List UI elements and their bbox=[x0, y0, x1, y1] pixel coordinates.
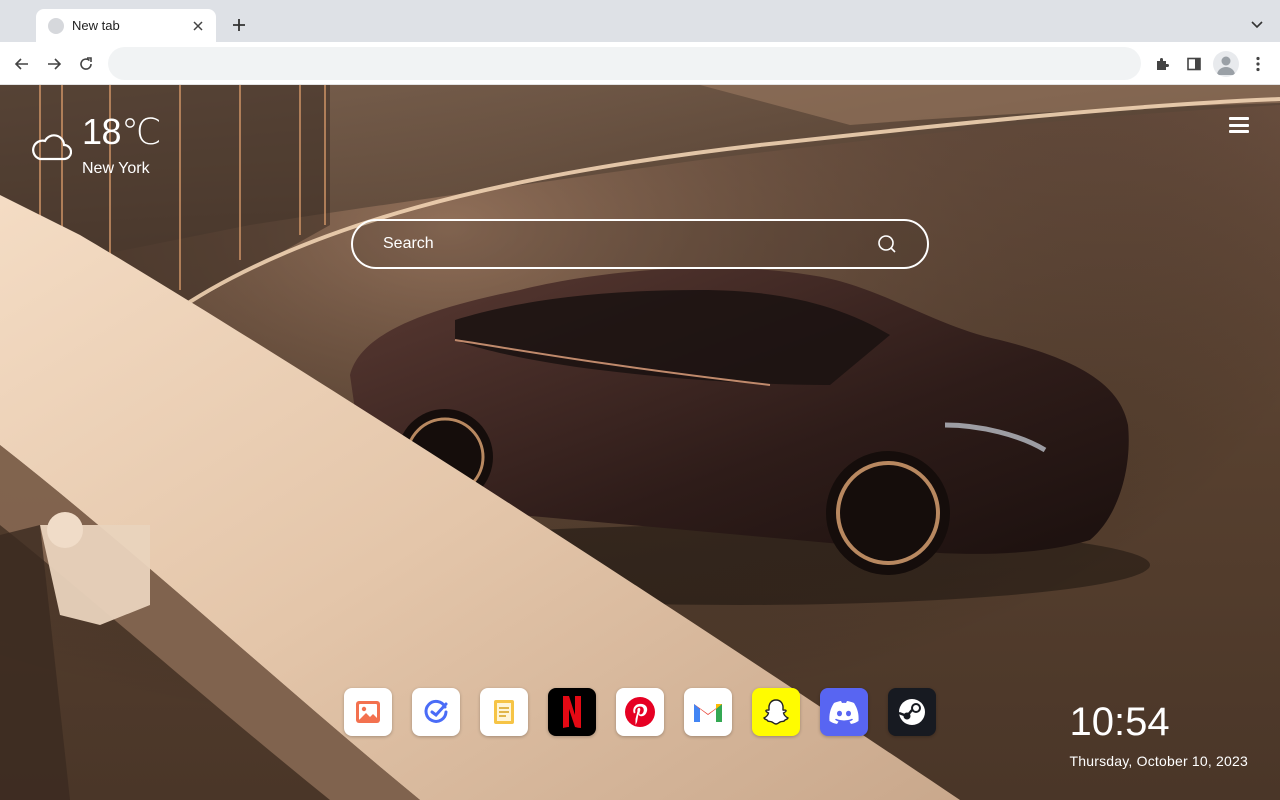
side-panel-button[interactable] bbox=[1180, 50, 1208, 78]
search-box[interactable] bbox=[351, 219, 929, 269]
arrow-right-icon bbox=[48, 58, 62, 70]
side-panel-icon bbox=[1187, 57, 1201, 71]
gmail-icon bbox=[694, 704, 722, 722]
discord-icon bbox=[829, 701, 859, 724]
weather-temperature: 18℃ bbox=[82, 111, 161, 152]
menu-button[interactable] bbox=[1228, 115, 1250, 135]
tasks-shortcut[interactable] bbox=[412, 688, 460, 736]
close-icon[interactable] bbox=[190, 18, 206, 34]
photos-icon bbox=[356, 701, 380, 723]
extensions-button[interactable] bbox=[1148, 50, 1176, 78]
shortcut-dock bbox=[344, 688, 936, 736]
search-icon[interactable] bbox=[877, 234, 897, 254]
user-icon bbox=[1217, 56, 1235, 75]
photos-shortcut[interactable] bbox=[344, 688, 392, 736]
notes-icon bbox=[494, 700, 514, 724]
browser-menu-button[interactable] bbox=[1244, 50, 1272, 78]
tab-new-tab[interactable]: New tab bbox=[36, 9, 216, 42]
notes-shortcut[interactable] bbox=[480, 688, 528, 736]
snapchat-shortcut[interactable] bbox=[752, 688, 800, 736]
tab-title: New tab bbox=[72, 18, 120, 33]
clock-date: Thursday, October 10, 2023 bbox=[1069, 753, 1248, 769]
hamburger-icon-bar bbox=[1229, 123, 1249, 127]
cloud-icon bbox=[32, 134, 72, 161]
tab-strip: New tab bbox=[0, 0, 1280, 42]
new-tab-button[interactable] bbox=[226, 12, 252, 38]
chevron-down-icon bbox=[1251, 21, 1263, 29]
puzzle-icon bbox=[1157, 58, 1169, 70]
clock-widget: 10:54 Thursday, October 10, 2023 bbox=[1070, 701, 1248, 769]
steam-icon bbox=[898, 699, 925, 725]
discord-shortcut[interactable] bbox=[820, 688, 868, 736]
weather-widget[interactable]: 18℃ New York bbox=[30, 113, 161, 179]
profile-avatar[interactable] bbox=[1213, 51, 1239, 77]
pinterest-icon bbox=[625, 697, 655, 727]
pinterest-shortcut[interactable] bbox=[616, 688, 664, 736]
tab-search-button[interactable] bbox=[1244, 12, 1270, 38]
back-button[interactable] bbox=[8, 50, 36, 78]
browser-toolbar bbox=[0, 42, 1280, 85]
plus-icon bbox=[233, 19, 245, 31]
address-bar[interactable] bbox=[108, 47, 1141, 80]
netflix-shortcut[interactable] bbox=[548, 688, 596, 736]
search-input[interactable] bbox=[383, 235, 877, 253]
steam-shortcut[interactable] bbox=[888, 688, 936, 736]
check-circle-icon bbox=[424, 699, 448, 723]
arrow-left-icon bbox=[14, 58, 28, 70]
clock-time: 10:54 bbox=[1069, 700, 1170, 744]
reload-icon bbox=[80, 57, 92, 70]
tab-favicon-icon bbox=[48, 17, 64, 34]
gmail-shortcut[interactable] bbox=[684, 688, 732, 736]
netflix-icon bbox=[563, 696, 581, 728]
hamburger-icon-bar bbox=[1229, 117, 1249, 120]
forward-button[interactable] bbox=[40, 50, 68, 78]
reload-button[interactable] bbox=[72, 50, 100, 78]
hamburger-icon-bar bbox=[1229, 130, 1249, 133]
new-tab-page: 18℃ New York Search 10:54 Thursday, Octo… bbox=[0, 85, 1280, 800]
snapchat-icon bbox=[763, 699, 789, 725]
weather-city: New York bbox=[82, 160, 150, 177]
more-vertical-icon bbox=[1256, 56, 1260, 72]
